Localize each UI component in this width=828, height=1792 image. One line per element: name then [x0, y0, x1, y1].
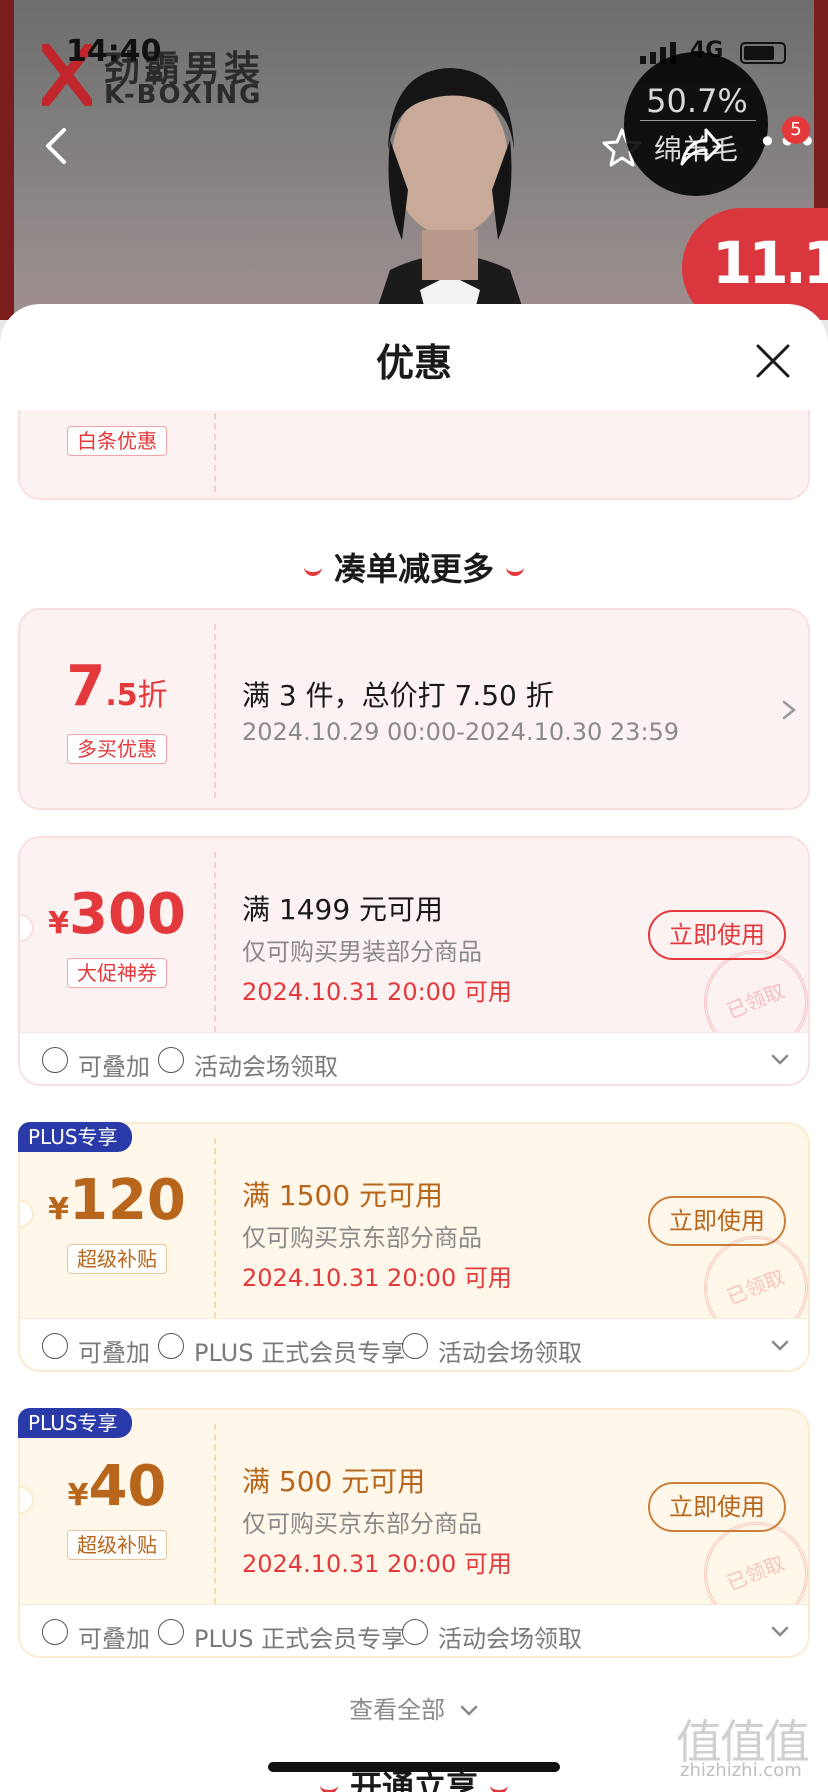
- view-all-label: 查看全部: [349, 1696, 446, 1724]
- coupon-desc: 仅可购买京东部分商品: [242, 1510, 482, 1538]
- plus-exclusive-tag: PLUS专享: [18, 1122, 132, 1152]
- coupon-desc: 仅可购买京东部分商品: [242, 1224, 482, 1252]
- footer-label-plus: PLUS 正式会员专享: [194, 1625, 406, 1653]
- crown-icon: [158, 1619, 184, 1645]
- smile-icon: [506, 566, 524, 576]
- status-time: 14:40: [66, 34, 162, 69]
- ticket-icon: [402, 1333, 428, 1359]
- footer-label-stackable: 可叠加: [78, 1053, 150, 1081]
- promotions-sheet: 优惠 白条优惠 凑单减更多 7.5折 多买优惠 满 3 件，总价打 7.50 折…: [0, 304, 828, 1792]
- watermark-url: zhizhizhi.com: [680, 1760, 802, 1781]
- product-header: 劲霸男装 K-BOXING 14:40 4G 50.7% 绵羊毛 ••• 5 1…: [0, 0, 828, 320]
- model-photo: [373, 68, 527, 320]
- smile-icon: [319, 1784, 338, 1792]
- coupon-footer: 可叠加 PLUS 正式会员专享 活动会场领取: [20, 1604, 808, 1656]
- coupon-date: 2024.10.31 20:00 可用: [242, 1264, 512, 1292]
- coupon-title: 满 1500 元可用: [242, 1179, 444, 1212]
- coupon-tag: 超级补贴: [67, 1530, 167, 1560]
- chevron-down-icon: [460, 1705, 478, 1716]
- coupon-date: 2024.10.29 00:00-2024.10.30 23:59: [242, 718, 680, 746]
- chevron-down-icon[interactable]: [770, 1625, 790, 1639]
- coupon-amount: ¥300: [48, 882, 186, 947]
- footer-label-stackable: 可叠加: [78, 1625, 150, 1653]
- ticket-icon: [402, 1619, 428, 1645]
- coupon-amount: ¥120: [48, 1168, 186, 1233]
- coupon-date: 2024.10.31 20:00 可用: [242, 1550, 512, 1578]
- ticket-icon: [158, 1047, 184, 1073]
- close-button[interactable]: [754, 342, 792, 380]
- chevron-right-icon[interactable]: [780, 698, 798, 722]
- coupon-footer: 可叠加 活动会场领取: [20, 1032, 808, 1084]
- coupon-desc: 仅可购买男装部分商品: [242, 938, 482, 966]
- chevron-down-icon[interactable]: [770, 1053, 790, 1067]
- coupon-card-40[interactable]: ¥40 超级补贴 满 500 元可用 仅可购买京东部分商品 2024.10.31…: [18, 1408, 810, 1658]
- coupon-amount: 7.5折: [66, 654, 168, 719]
- coupon-date: 2024.10.31 20:00 可用: [242, 978, 512, 1006]
- coupon-title: 满 1499 元可用: [242, 893, 444, 926]
- back-button[interactable]: [40, 126, 72, 166]
- coupon-tag: 大促神券: [67, 958, 167, 988]
- footer-label-venue: 活动会场领取: [438, 1339, 582, 1367]
- stack-icon: [42, 1619, 68, 1645]
- crown-icon: [158, 1333, 184, 1359]
- bubble-divider: [640, 120, 756, 121]
- stack-icon: [42, 1047, 68, 1073]
- coupon-list[interactable]: 白条优惠 凑单减更多 7.5折 多买优惠 满 3 件，总价打 7.50 折 20…: [0, 410, 828, 1792]
- share-icon[interactable]: [676, 126, 724, 170]
- footer-label-plus: PLUS 正式会员专享: [194, 1339, 406, 1367]
- stack-icon: [42, 1333, 68, 1359]
- coupon-card-discount[interactable]: 7.5折 多买优惠 满 3 件，总价打 7.50 折 2024.10.29 00…: [18, 608, 810, 810]
- coupon-tag: 多买优惠: [67, 734, 167, 764]
- footer-label-venue: 活动会场领取: [194, 1053, 338, 1081]
- smile-icon: [303, 566, 322, 576]
- section-heading: 凑单减更多: [0, 544, 828, 590]
- coupon-footer: 可叠加 PLUS 正式会员专享 活动会场领取: [20, 1318, 808, 1370]
- header-edge-left: [0, 0, 14, 320]
- coupon-title: 满 500 元可用: [242, 1465, 426, 1498]
- coupon-card-120[interactable]: ¥120 超级补贴 满 1500 元可用 仅可购买京东部分商品 2024.10.…: [18, 1122, 810, 1372]
- coupon-card-baitiao[interactable]: 白条优惠: [18, 410, 810, 500]
- notification-badge: 5: [782, 116, 810, 144]
- bubble-percent: 50.7%: [646, 82, 748, 120]
- plus-exclusive-tag: PLUS专享: [18, 1408, 132, 1438]
- brand-name-en: K-BOXING: [104, 80, 263, 110]
- battery-icon: [740, 42, 786, 64]
- coupon-title: 满 3 件，总价打 7.50 折: [242, 679, 554, 712]
- floating-info-bubble[interactable]: [624, 52, 768, 196]
- sheet-title: 优惠: [375, 341, 452, 385]
- smile-icon: [490, 1784, 508, 1792]
- footer-label-venue: 活动会场领取: [438, 1625, 582, 1653]
- coupon-amount: ¥40: [67, 1454, 167, 1519]
- coupon-tag: 白条优惠: [67, 426, 167, 456]
- chevron-down-icon[interactable]: [770, 1339, 790, 1353]
- footer-label-stackable: 可叠加: [78, 1339, 150, 1367]
- home-indicator[interactable]: [268, 1762, 560, 1772]
- coupon-tag: 超级补贴: [67, 1244, 167, 1274]
- section-title: 凑单减更多: [333, 550, 494, 588]
- coupon-card-300[interactable]: ¥300 大促神券 满 1499 元可用 仅可购买男装部分商品 2024.10.…: [18, 836, 810, 1086]
